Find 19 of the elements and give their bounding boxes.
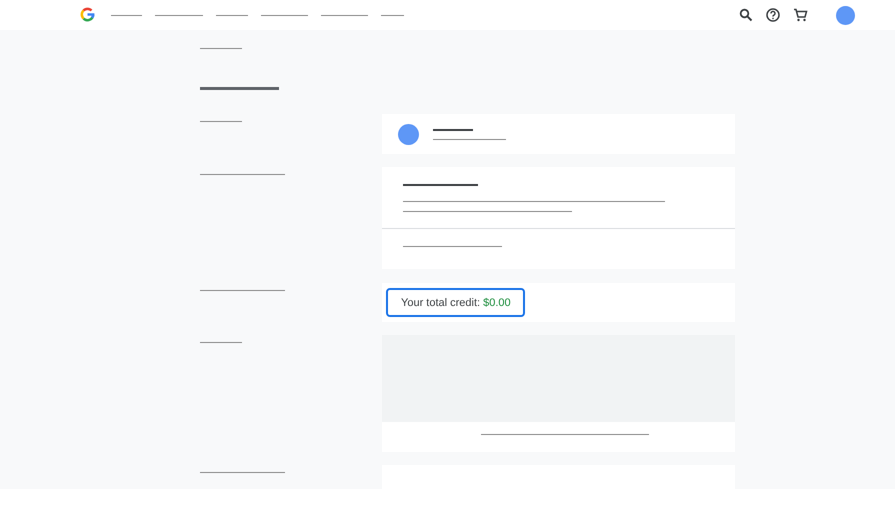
placeholder-line	[433, 128, 473, 130]
credit-amount: $0.00	[483, 296, 511, 308]
avatar[interactable]	[836, 6, 855, 24]
search-icon[interactable]	[739, 8, 753, 22]
help-icon[interactable]	[766, 8, 780, 22]
placeholder-line[interactable]	[216, 14, 248, 16]
credit-label: Your total credit:	[401, 296, 480, 308]
logo-icon[interactable]	[80, 7, 95, 22]
placeholder-line[interactable]	[321, 14, 368, 16]
placeholder-line[interactable]	[155, 14, 203, 16]
cart-icon[interactable]	[793, 8, 808, 22]
avatar	[398, 124, 419, 144]
credit-box[interactable]: Your total credit: $0.00	[386, 288, 525, 317]
placeholder-line	[200, 342, 242, 343]
placeholder-line[interactable]	[111, 14, 142, 16]
placeholder-line	[200, 121, 242, 122]
placeholder-line[interactable]	[381, 14, 404, 16]
placeholder-line	[200, 48, 242, 49]
placeholder-line[interactable]	[261, 14, 308, 16]
